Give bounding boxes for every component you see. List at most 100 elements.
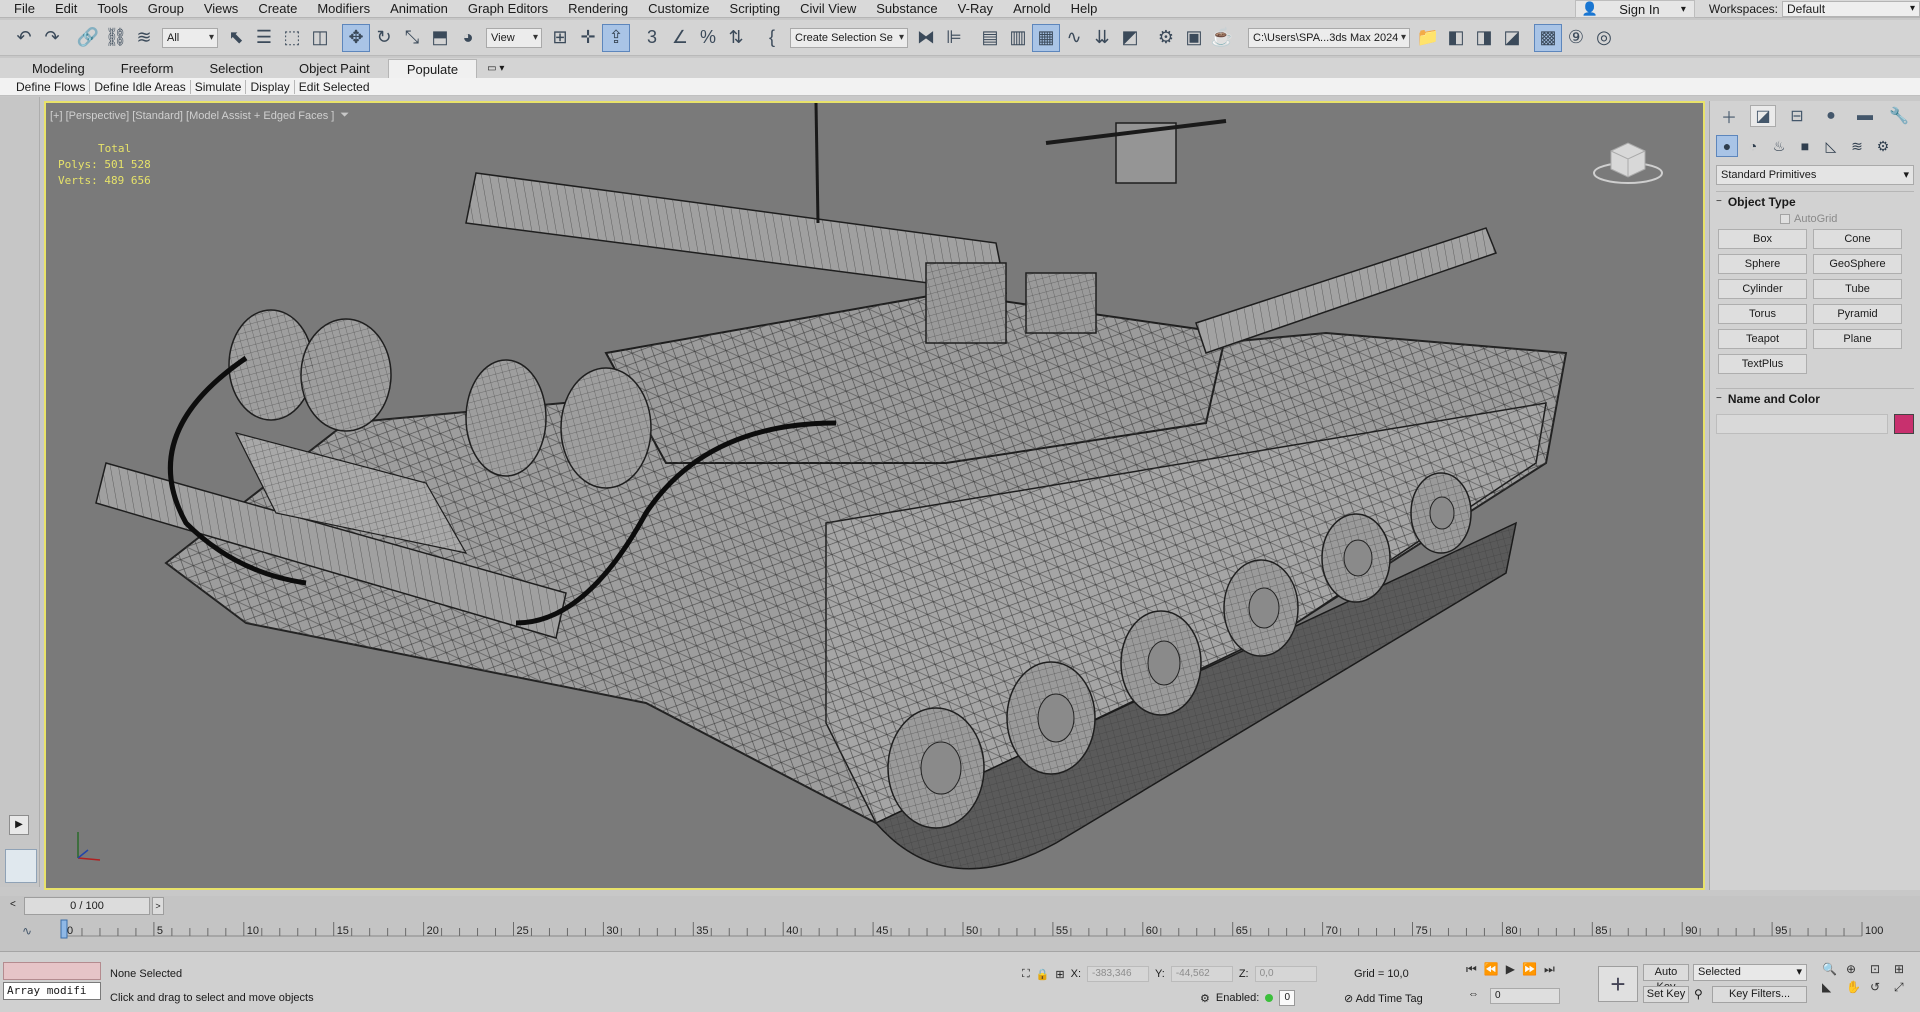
menu-item-animation[interactable]: Animation [380, 0, 458, 18]
object-name-field[interactable] [1716, 414, 1888, 434]
select-by-name-icon[interactable]: ☰ [250, 24, 278, 52]
orbit-icon[interactable]: ↺ [1870, 980, 1890, 995]
degradation-icon[interactable]: ⚙ [1200, 992, 1210, 1005]
create-tab-icon[interactable]: ＋ [1716, 105, 1742, 127]
menu-item-modifiers[interactable]: Modifiers [307, 0, 380, 18]
ribbon-tab-freeform[interactable]: Freeform [103, 59, 192, 78]
reference-coordinate-select[interactable]: View [486, 27, 542, 48]
set-key-button[interactable]: Set Key [1643, 986, 1689, 1003]
viewcube[interactable] [1593, 137, 1663, 185]
previous-frame-icon[interactable]: < [10, 899, 16, 910]
zoom-extents-icon[interactable]: ⊡ [1870, 962, 1890, 976]
select-and-link-icon[interactable]: ◕ [454, 24, 482, 52]
maxscript-listener-output[interactable] [3, 962, 101, 980]
previous-key-icon[interactable]: ⏪ [1484, 962, 1499, 977]
redo-icon[interactable]: ↷ [38, 24, 66, 52]
viewport-layout-toggle-icon[interactable]: ▶ [9, 815, 29, 835]
enabled-indicator[interactable] [1265, 994, 1274, 1002]
rectangular-selection-icon[interactable]: ⬚ [278, 24, 306, 52]
material-editor-icon[interactable]: ◩ [1116, 24, 1144, 52]
name-and-color-rollout[interactable]: − Name and Color [1716, 388, 1914, 406]
primitive-textplus-button[interactable]: TextPlus [1718, 354, 1807, 374]
rendered-frame-window-icon[interactable]: ▣ [1180, 24, 1208, 52]
select-and-place-icon[interactable]: ⬒ [426, 24, 454, 52]
primitive-cone-button[interactable]: Cone [1813, 229, 1902, 249]
menu-item-substance[interactable]: Substance [866, 0, 947, 18]
helpers-icon[interactable]: ◺ [1820, 135, 1842, 157]
primitive-category-select[interactable]: Standard Primitives [1716, 165, 1914, 185]
project-path-field[interactable]: C:\Users\SPA...3ds Max 2024 [1248, 27, 1410, 48]
go-to-start-icon[interactable]: ⏮ [1466, 962, 1477, 977]
zoom-icon[interactable]: 🔍 [1822, 962, 1842, 976]
autogrid-checkbox[interactable]: AutoGrid [1780, 213, 1920, 225]
set-keys-icon[interactable]: + [1598, 966, 1638, 1002]
object-color-swatch[interactable] [1894, 414, 1914, 434]
systems-icon[interactable]: ⚙ [1872, 135, 1894, 157]
ribbon-options-icon[interactable]: ▭ ▾ [487, 59, 504, 78]
percent-snap-icon[interactable]: % [694, 24, 722, 52]
menu-item-customize[interactable]: Customize [638, 0, 719, 18]
primitive-torus-button[interactable]: Torus [1718, 304, 1807, 324]
menu-item-file[interactable]: File [0, 0, 45, 18]
named-selection-set-select[interactable]: Create Selection Se [790, 27, 908, 48]
filter-icon[interactable]: ⏷ [340, 109, 349, 122]
menu-item-group[interactable]: Group [138, 0, 194, 18]
ribbon-tab-object-paint[interactable]: Object Paint [281, 59, 388, 78]
isolate-icon[interactable]: ⛶ [1022, 968, 1030, 981]
z-coordinate-field[interactable]: 0,0 [1254, 966, 1317, 982]
select-and-rotate-icon[interactable]: ↻ [370, 24, 398, 52]
angle-snap-icon[interactable]: ∠ [666, 24, 694, 52]
time-slider[interactable]: < 0 / 100 > [0, 896, 1920, 916]
populate-display-button[interactable]: Display [246, 79, 295, 94]
primitive-box-button[interactable]: Box [1718, 229, 1807, 249]
key-mode-select[interactable]: Selected [1693, 964, 1807, 981]
project-folder-icon[interactable]: 📁 [1414, 24, 1442, 52]
menu-item-help[interactable]: Help [1061, 0, 1108, 18]
current-frame-field[interactable]: 0 [1490, 988, 1560, 1004]
populate-define-flows-button[interactable]: Define Flows [12, 79, 91, 94]
menu-item-edit[interactable]: Edit [45, 0, 87, 18]
arnold-light-icon[interactable]: ◪ [1498, 24, 1526, 52]
next-key-icon[interactable]: ⏩ [1522, 962, 1537, 977]
select-manipulate-icon[interactable]: ✛ [574, 24, 602, 52]
lights-icon[interactable]: ♨ [1768, 135, 1790, 157]
ribbon-tab-populate[interactable]: Populate [387, 59, 478, 78]
ribbon-tab-modeling[interactable]: Modeling [14, 59, 103, 78]
select-and-scale-icon[interactable]: ⤡ [398, 24, 426, 52]
key-filter-icon[interactable]: ⚲ [1694, 987, 1703, 1001]
spinner-snap-icon[interactable]: ⇅ [722, 24, 750, 52]
y-coordinate-field[interactable]: -44,562 [1170, 966, 1233, 982]
select-and-move-icon[interactable]: ✥ [342, 23, 370, 52]
populate-edit-selected-button[interactable]: Edit Selected [295, 80, 374, 94]
key-mode-icon[interactable]: ⇔ [1468, 988, 1479, 1000]
schematic-view-icon[interactable]: ⇊ [1088, 24, 1116, 52]
absolute-mode-icon[interactable]: ⊞ [1055, 968, 1064, 981]
primitive-tube-button[interactable]: Tube [1813, 279, 1902, 299]
menu-item-graph-editors[interactable]: Graph Editors [458, 0, 558, 18]
shapes-icon[interactable]: ◔ [1742, 135, 1764, 157]
window-crossing-icon[interactable]: ◫ [306, 24, 334, 52]
primitive-cylinder-button[interactable]: Cylinder [1718, 279, 1807, 299]
motion-tab-icon[interactable]: ● [1818, 105, 1844, 127]
current-frame-cursor[interactable] [60, 919, 68, 939]
menu-item-scripting[interactable]: Scripting [720, 0, 791, 18]
link-icon[interactable]: 🔗 [74, 24, 102, 52]
tank-wireframe-model[interactable] [46, 103, 1703, 888]
go-to-end-icon[interactable]: ⏭ [1544, 962, 1555, 977]
primitive-pyramid-button[interactable]: Pyramid [1813, 304, 1902, 324]
hierarchy-tab-icon[interactable]: ⊟ [1784, 105, 1810, 127]
undo-icon[interactable]: ↶ [10, 24, 38, 52]
time-slider-bar[interactable]: 0 / 100 [24, 897, 150, 915]
menu-item-tools[interactable]: Tools [87, 0, 137, 18]
menu-item-arnold[interactable]: Arnold [1003, 0, 1061, 18]
perspective-viewport[interactable]: [+] [Perspective] [Standard] [Model Assi… [44, 101, 1705, 890]
pivot-center-icon[interactable]: ⊞ [546, 24, 574, 52]
arnold-render-icon[interactable]: ◧ [1442, 24, 1470, 52]
x-coordinate-field[interactable]: -383,346 [1087, 966, 1150, 982]
render-production-icon[interactable]: ☕ [1208, 24, 1236, 52]
utilities-tab-icon[interactable]: 🔧 [1886, 105, 1912, 127]
field-of-view-icon[interactable]: ◣ [1822, 980, 1842, 995]
lock-icon[interactable]: 🔒 [1036, 968, 1050, 981]
select-object-icon[interactable]: ⬉ [222, 24, 250, 52]
primitive-geosphere-button[interactable]: GeoSphere [1813, 254, 1902, 274]
